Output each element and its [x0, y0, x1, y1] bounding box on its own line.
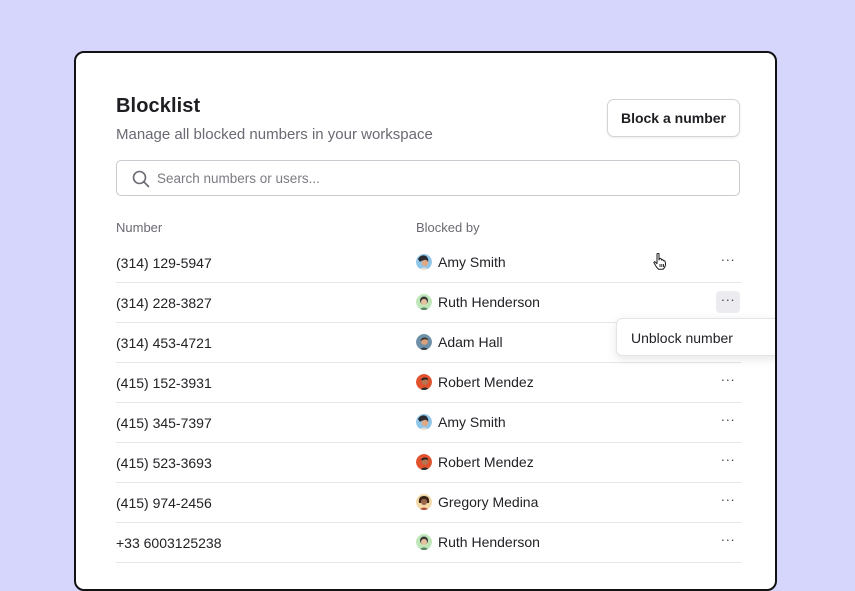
- avatar: [416, 414, 432, 430]
- blocked-by-user: Ruth Henderson: [416, 294, 540, 310]
- search-icon: [132, 170, 150, 188]
- blocked-number: (415) 345-7397: [116, 415, 212, 431]
- table-row: +33 6003125238 Ruth Henderson ···: [116, 523, 741, 563]
- table-row: (415) 345-7397 Amy Smith ···: [116, 403, 741, 443]
- user-name: Robert Mendez: [438, 454, 534, 470]
- avatar: [416, 534, 432, 550]
- more-horizontal-icon: ···: [720, 412, 736, 427]
- more-actions-button[interactable]: ···: [716, 251, 740, 273]
- user-name: Ruth Henderson: [438, 534, 540, 550]
- avatar: [416, 334, 432, 350]
- more-actions-button[interactable]: ···: [716, 371, 740, 393]
- avatar: [416, 494, 432, 510]
- more-actions-button[interactable]: ···: [716, 411, 740, 433]
- avatar: [416, 374, 432, 390]
- more-horizontal-icon: ···: [720, 252, 736, 267]
- more-horizontal-icon: ···: [720, 292, 736, 307]
- table-row: (415) 974-2456 Gregory Medina ···: [116, 483, 741, 523]
- row-actions-menu: Unblock number: [616, 318, 775, 356]
- more-horizontal-icon: ···: [720, 492, 736, 507]
- user-name: Amy Smith: [438, 254, 506, 270]
- blocked-by-user: Robert Mendez: [416, 374, 534, 390]
- avatar: [416, 454, 432, 470]
- avatar: [416, 254, 432, 270]
- column-header-number: Number: [116, 220, 163, 235]
- blocked-number: (415) 152-3931: [116, 375, 212, 391]
- table-row: (314) 129-5947 Amy Smith ···: [116, 243, 741, 283]
- page-subtitle: Manage all blocked numbers in your works…: [116, 126, 433, 143]
- blocked-by-user: Adam Hall: [416, 334, 503, 350]
- blocked-by-user: Amy Smith: [416, 414, 506, 430]
- block-number-button[interactable]: Block a number: [606, 99, 740, 137]
- column-header-blocked-by: Blocked by: [416, 220, 480, 235]
- more-horizontal-icon: ···: [720, 372, 736, 387]
- blocked-by-user: Gregory Medina: [416, 494, 538, 510]
- more-horizontal-icon: ···: [720, 532, 736, 547]
- user-name: Adam Hall: [438, 334, 503, 350]
- search-input[interactable]: [157, 161, 727, 195]
- more-actions-button[interactable]: ···: [716, 531, 740, 553]
- user-name: Ruth Henderson: [438, 294, 540, 310]
- blocked-number: (314) 453-4721: [116, 335, 212, 351]
- blocked-by-user: Amy Smith: [416, 254, 506, 270]
- user-name: Amy Smith: [438, 414, 506, 430]
- blocked-by-user: Ruth Henderson: [416, 534, 540, 550]
- more-actions-button[interactable]: ···: [716, 291, 740, 313]
- blocklist-table: (314) 129-5947 Amy Smith ··· (314) 228-3…: [116, 243, 741, 563]
- more-horizontal-icon: ···: [720, 452, 736, 467]
- user-name: Robert Mendez: [438, 374, 534, 390]
- page-title: Blocklist: [116, 95, 201, 117]
- table-row: (415) 523-3693 Robert Mendez ···: [116, 443, 741, 483]
- blocked-number: (314) 228-3827: [116, 295, 212, 311]
- blocked-number: (415) 523-3693: [116, 455, 212, 471]
- pointer-hand-cursor-icon: [653, 252, 667, 270]
- table-row: (314) 228-3827 Ruth Henderson ···: [116, 283, 741, 323]
- blocked-number: (314) 129-5947: [116, 255, 212, 271]
- blocked-number: (415) 974-2456: [116, 495, 212, 511]
- blocked-by-user: Robert Mendez: [416, 454, 534, 470]
- more-actions-button[interactable]: ···: [716, 451, 740, 473]
- user-name: Gregory Medina: [438, 494, 539, 510]
- blocked-number: +33 6003125238: [116, 535, 222, 551]
- blocklist-card: Blocklist Manage all blocked numbers in …: [74, 51, 777, 591]
- table-row: (415) 152-3931 Robert Mendez ···: [116, 363, 741, 403]
- avatar: [416, 294, 432, 310]
- more-actions-button[interactable]: ···: [716, 491, 740, 513]
- unblock-number-menu-item[interactable]: Unblock number: [631, 330, 733, 346]
- search-box[interactable]: [116, 160, 740, 196]
